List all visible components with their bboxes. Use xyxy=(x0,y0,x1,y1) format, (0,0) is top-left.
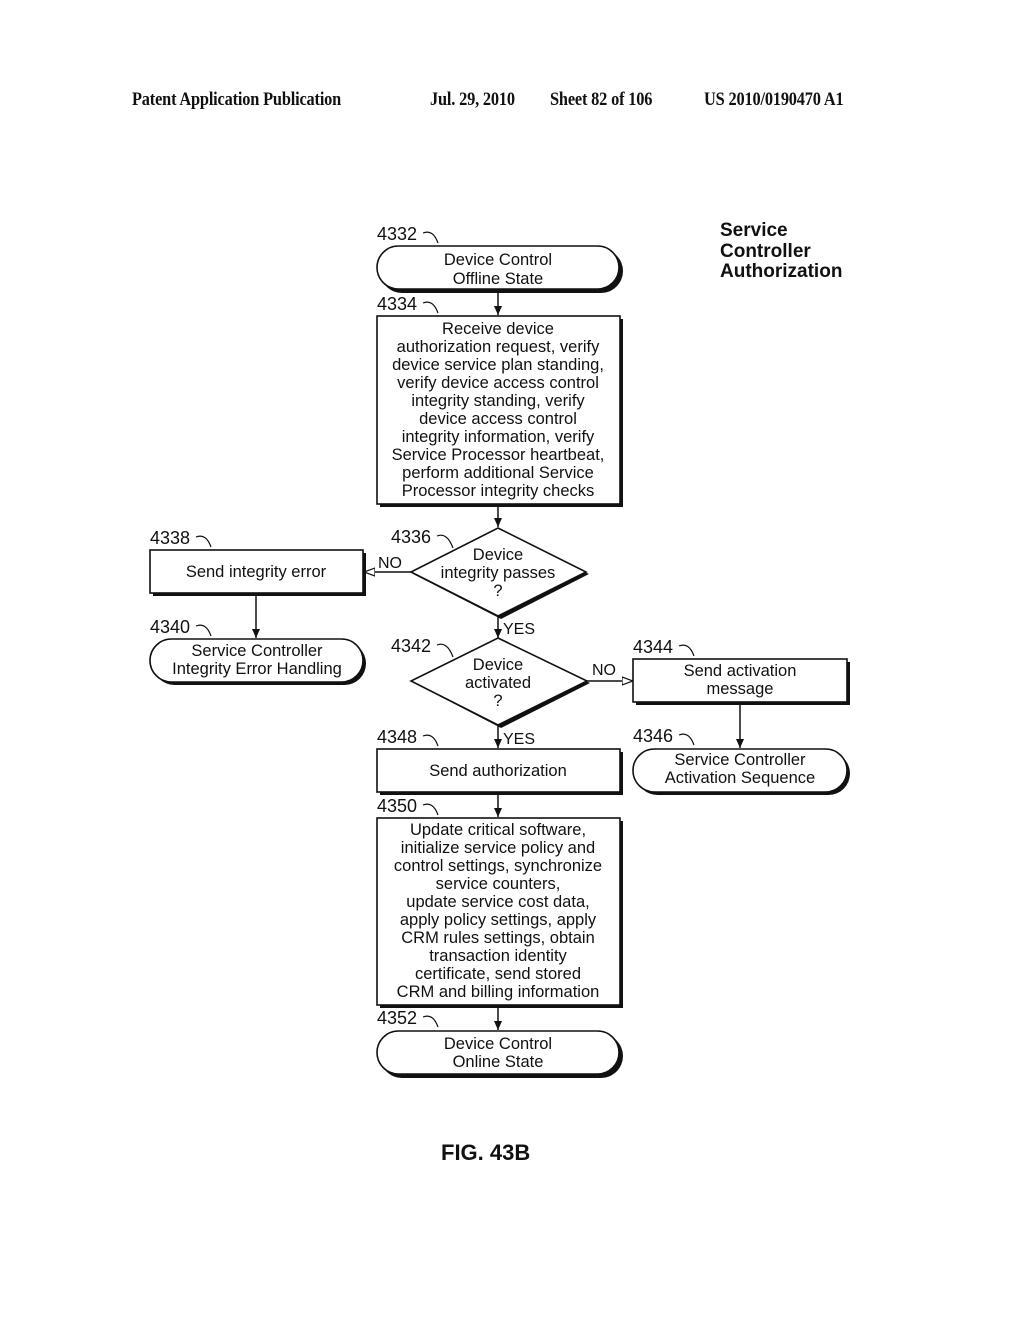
node-4344-text-2: message xyxy=(707,680,774,698)
ref-4352: 4352 xyxy=(377,1008,417,1028)
node-4342-text-3: ? xyxy=(493,692,502,710)
leader-4344 xyxy=(678,644,695,657)
node-4334-text-4: verify device access control xyxy=(397,374,599,392)
leader-4336 xyxy=(436,534,454,549)
node-4350-text-4: service counters, xyxy=(436,875,561,893)
leader-4350 xyxy=(422,803,439,816)
node-4352-online-state: Device Control Online State xyxy=(376,1030,623,1078)
node-4350-text-5: update service cost data, xyxy=(406,893,589,911)
edge-label-yes-activated: YES xyxy=(503,731,535,748)
node-4332-text-1: Device Control xyxy=(444,251,552,269)
ref-4344: 4344 xyxy=(633,637,673,657)
node-4338-send-integrity-error: Send integrity error xyxy=(149,549,366,596)
node-4350-text-10: CRM and billing information xyxy=(397,983,600,1001)
diagram-title-line-2: Controller xyxy=(720,241,811,262)
node-4350-text-3: control settings, synchronize xyxy=(394,857,602,875)
node-4340-text-2: Integrity Error Handling xyxy=(172,660,342,678)
flowchart: Service Controller Authorization NO YES … xyxy=(149,220,850,1165)
node-4350-text-2: initialize service policy and xyxy=(401,839,595,857)
node-4334-text-6: device access control xyxy=(419,410,577,428)
leader-4346 xyxy=(678,733,695,746)
leader-4340 xyxy=(195,624,212,637)
ref-4350: 4350 xyxy=(377,796,417,816)
node-4352-text-2: Online State xyxy=(453,1053,544,1071)
node-4334-text-9: perform additional Service xyxy=(402,464,594,482)
node-4334-text-2: authorization request, verify xyxy=(397,338,600,356)
node-4346-activation-sequence: Service Controller Activation Sequence xyxy=(632,748,850,795)
node-4350-text-7: CRM rules settings, obtain xyxy=(401,929,595,947)
node-4346-text-1: Service Controller xyxy=(674,751,806,769)
leader-4334 xyxy=(422,301,439,314)
ref-4342: 4342 xyxy=(391,636,431,656)
node-4338-text-1: Send integrity error xyxy=(186,563,327,581)
ref-4346: 4346 xyxy=(633,726,673,746)
node-4332-text-2: Offline State xyxy=(453,270,544,288)
node-4342-text-2: activated xyxy=(465,674,531,692)
edge-label-no-integrity: NO xyxy=(378,555,402,572)
node-4350-text-9: certificate, send stored xyxy=(415,965,581,983)
node-4334-text-8: Service Processor heartbeat, xyxy=(392,446,605,464)
node-4346-text-2: Activation Sequence xyxy=(665,769,815,787)
edge-label-yes-integrity: YES xyxy=(503,621,535,638)
node-4348-send-authorization: Send authorization xyxy=(376,748,623,795)
node-4342-text-1: Device xyxy=(473,656,523,674)
node-4340-text-1: Service Controller xyxy=(191,642,323,660)
node-4334-text-10: Processor integrity checks xyxy=(402,482,595,500)
node-4350-text-8: transaction identity xyxy=(429,947,567,965)
node-4340-integrity-error-handling: Service Controller Integrity Error Handl… xyxy=(149,638,366,685)
node-4334-text-1: Receive device xyxy=(442,320,554,338)
leader-4338 xyxy=(195,535,212,548)
node-4350-text-6: apply policy settings, apply xyxy=(400,911,597,929)
node-4334-text-7: integrity information, verify xyxy=(402,428,595,446)
node-4332-offline-state: Device Control Offline State xyxy=(376,245,623,293)
node-4334-verify-authorization: Receive device authorization request, ve… xyxy=(376,315,623,507)
leader-4352 xyxy=(422,1015,439,1028)
diagram-title-line-1: Service xyxy=(720,220,788,241)
node-4350-update-and-sync: Update critical software, initialize ser… xyxy=(376,817,623,1008)
node-4336-text-3: ? xyxy=(493,582,502,600)
leader-4342 xyxy=(436,643,454,658)
node-4344-text-1: Send activation xyxy=(684,662,797,680)
ref-4340: 4340 xyxy=(150,617,190,637)
node-4334-text-5: integrity standing, verify xyxy=(411,392,585,410)
ref-4348: 4348 xyxy=(377,727,417,747)
node-4350-text-1: Update critical software, xyxy=(410,821,586,839)
ref-4336: 4336 xyxy=(391,527,431,547)
node-4334-text-3: device service plan standing, xyxy=(392,356,604,374)
node-4336-text-1: Device xyxy=(473,546,523,564)
node-4336-text-2: integrity passes xyxy=(441,564,556,582)
ref-4332: 4332 xyxy=(377,224,417,244)
leader-4348 xyxy=(422,734,439,747)
figure-label: FIG. 43B xyxy=(441,1140,530,1165)
edge-label-no-activated: NO xyxy=(592,662,616,679)
leader-4332 xyxy=(422,231,439,244)
node-4344-send-activation-message: Send activation message xyxy=(632,658,850,705)
node-4336-integrity-decision: Device integrity passes ? xyxy=(409,527,589,619)
diagram-title-line-3: Authorization xyxy=(720,261,842,282)
node-4352-text-1: Device Control xyxy=(444,1035,552,1053)
ref-4338: 4338 xyxy=(150,528,190,548)
node-4342-activated-decision: Device activated ? xyxy=(409,637,590,728)
node-4348-text-1: Send authorization xyxy=(429,762,567,780)
ref-4334: 4334 xyxy=(377,294,417,314)
